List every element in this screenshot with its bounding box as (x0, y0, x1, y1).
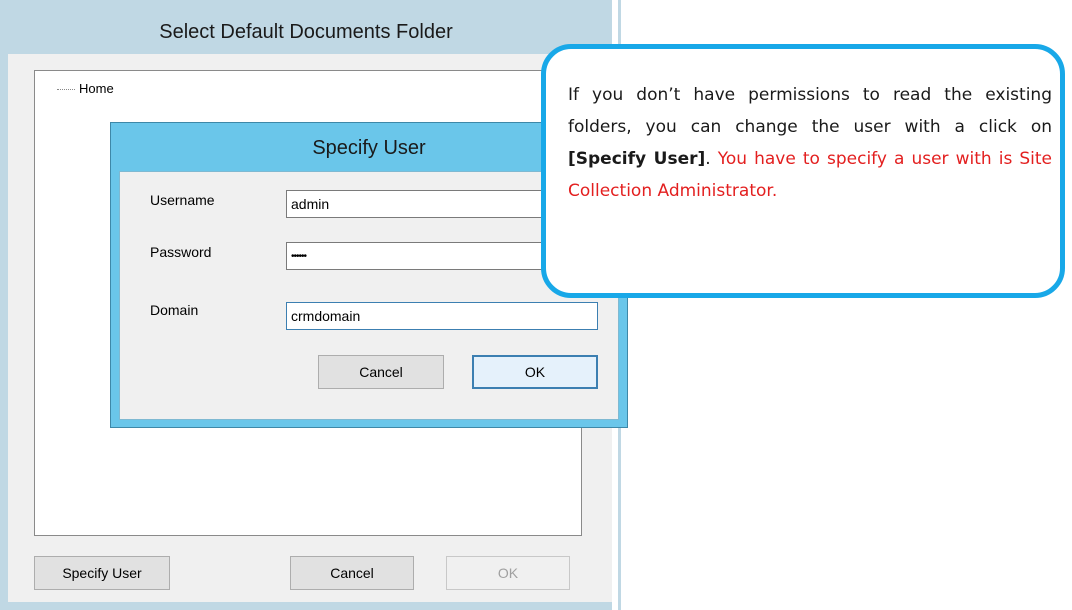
callout-text: If you don’t have permissions to read th… (568, 79, 1052, 207)
password-label: Password (150, 244, 212, 260)
inner-ok-button[interactable]: OK (472, 355, 598, 389)
ok-button[interactable]: OK (446, 556, 570, 590)
domain-input[interactable] (286, 302, 598, 330)
tree-connector (57, 88, 75, 90)
tree-node-label: Home (79, 81, 114, 96)
cancel-button[interactable]: Cancel (290, 556, 414, 590)
help-callout: If you don’t have permissions to read th… (541, 44, 1065, 298)
domain-label: Domain (150, 302, 199, 318)
username-label: Username (150, 192, 215, 208)
specify-user-button[interactable]: Specify User (34, 556, 170, 590)
callout-text-part2: . (705, 149, 718, 169)
tree-node-home[interactable]: Home (57, 81, 114, 96)
callout-bold-text: [Specify User] (568, 149, 706, 169)
callout-text-part1: If you don’t have permissions to read th… (568, 85, 1052, 137)
inner-cancel-button[interactable]: Cancel (318, 355, 444, 389)
